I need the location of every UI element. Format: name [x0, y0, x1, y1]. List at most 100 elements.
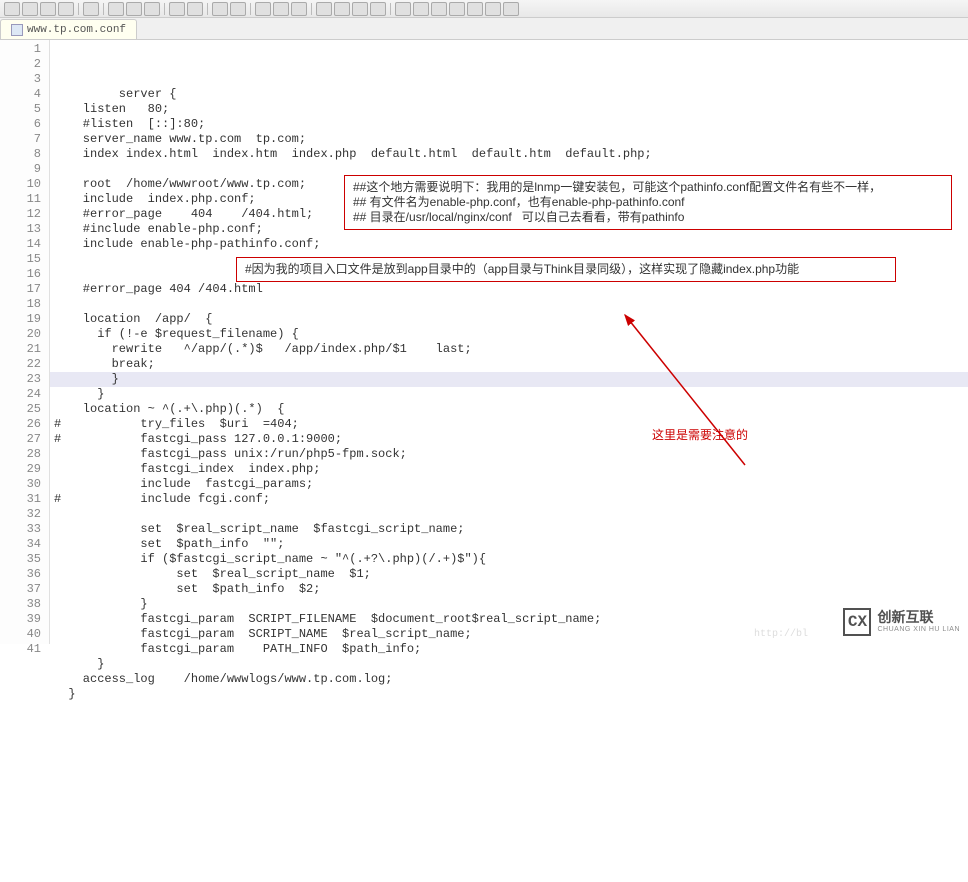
- tb-sep: [250, 3, 251, 15]
- code-line[interactable]: location /app/ {: [54, 312, 968, 327]
- line-number: 34: [0, 537, 41, 552]
- line-number: 31: [0, 492, 41, 507]
- tb-search-icon[interactable]: [212, 2, 228, 16]
- tb-redo-icon[interactable]: [187, 2, 203, 16]
- tb-saveall-icon[interactable]: [58, 2, 74, 16]
- tab-file[interactable]: www.tp.com.conf: [0, 19, 137, 39]
- code-line[interactable]: # fastcgi_pass 127.0.0.1:9000;: [54, 432, 968, 447]
- tb-indent-icon[interactable]: [352, 2, 368, 16]
- annotation-attention-label: 这里是需要注意的: [652, 428, 748, 443]
- watermark-en: CHUANG XIN HU LIAN: [877, 626, 960, 634]
- tb-cut-icon[interactable]: [108, 2, 124, 16]
- tb-bookmarkprev-icon[interactable]: [291, 2, 307, 16]
- code-area[interactable]: server { listen 80; #listen [::]:80; ser…: [50, 40, 968, 644]
- watermark-logo-icon: CX: [843, 608, 871, 636]
- code-line[interactable]: set $real_script_name $fastcgi_script_na…: [54, 522, 968, 537]
- line-number: 25: [0, 402, 41, 417]
- code-line[interactable]: }: [54, 372, 968, 387]
- line-number: 30: [0, 477, 41, 492]
- code-line[interactable]: include enable-php-pathinfo.conf;: [54, 237, 968, 252]
- line-number: 35: [0, 552, 41, 567]
- code-line[interactable]: include fastcgi_params;: [54, 477, 968, 492]
- line-number: 9: [0, 162, 41, 177]
- code-line[interactable]: fastcgi_param PATH_INFO $path_info;: [54, 642, 968, 657]
- tb-paste-icon[interactable]: [144, 2, 160, 16]
- code-line[interactable]: set $real_script_name $1;: [54, 567, 968, 582]
- code-line[interactable]: fastcgi_param SCRIPT_FILENAME $document_…: [54, 612, 968, 627]
- tb-sep: [164, 3, 165, 15]
- code-line[interactable]: #error_page 404 /404.html: [54, 282, 968, 297]
- code-line[interactable]: }: [54, 687, 968, 702]
- code-line[interactable]: break;: [54, 357, 968, 372]
- line-number: 4: [0, 87, 41, 102]
- line-number: 8: [0, 147, 41, 162]
- code-line[interactable]: rewrite ^/app/(.*)$ /app/index.php/$1 la…: [54, 342, 968, 357]
- line-number: 1: [0, 42, 41, 57]
- tb-stop-icon[interactable]: [449, 2, 465, 16]
- line-number: 14: [0, 237, 41, 252]
- code-line[interactable]: }: [54, 387, 968, 402]
- tb-more2-icon[interactable]: [503, 2, 519, 16]
- tb-outdent-icon[interactable]: [370, 2, 386, 16]
- code-line[interactable]: server {: [54, 87, 968, 102]
- line-number: 21: [0, 342, 41, 357]
- line-number: 39: [0, 612, 41, 627]
- line-number: 23: [0, 372, 41, 387]
- line-number: 19: [0, 312, 41, 327]
- code-line[interactable]: fastcgi_index index.php;: [54, 462, 968, 477]
- code-line[interactable]: access_log /home/wwwlogs/www.tp.com.log;: [54, 672, 968, 687]
- tb-undo-icon[interactable]: [169, 2, 185, 16]
- tb-print-icon[interactable]: [83, 2, 99, 16]
- tb-new-icon[interactable]: [4, 2, 20, 16]
- toolbar: [0, 0, 968, 18]
- line-number: 38: [0, 597, 41, 612]
- code-line[interactable]: index index.html index.htm index.php def…: [54, 147, 968, 162]
- line-number: 28: [0, 447, 41, 462]
- code-line[interactable]: listen 80;: [54, 102, 968, 117]
- line-number: 15: [0, 252, 41, 267]
- code-line[interactable]: #listen [::]:80;: [54, 117, 968, 132]
- tb-replace-icon[interactable]: [230, 2, 246, 16]
- tb-copy-icon[interactable]: [126, 2, 142, 16]
- code-line[interactable]: [54, 507, 968, 522]
- tb-settings-icon[interactable]: [467, 2, 483, 16]
- tb-wrap-icon[interactable]: [316, 2, 332, 16]
- line-number: 2: [0, 57, 41, 72]
- faint-url: http://bl: [754, 629, 808, 640]
- code-line[interactable]: fastcgi_param SCRIPT_NAME $real_script_n…: [54, 627, 968, 642]
- tab-label: www.tp.com.conf: [27, 24, 126, 36]
- line-number: 40: [0, 627, 41, 642]
- code-line[interactable]: }: [54, 597, 968, 612]
- code-line[interactable]: if (!-e $request_filename) {: [54, 327, 968, 342]
- tb-toggle-icon[interactable]: [255, 2, 271, 16]
- line-gutter: 1234567891011121314151617181920212223242…: [0, 40, 50, 644]
- code-line[interactable]: }: [54, 657, 968, 672]
- tb-sep: [390, 3, 391, 15]
- code-line[interactable]: fastcgi_pass unix:/run/php5-fpm.sock;: [54, 447, 968, 462]
- tb-open-icon[interactable]: [22, 2, 38, 16]
- code-line[interactable]: location ~ ^(.+\.php)(.*) {: [54, 402, 968, 417]
- code-line[interactable]: set $path_info $2;: [54, 582, 968, 597]
- line-number: 12: [0, 207, 41, 222]
- tb-save-icon[interactable]: [40, 2, 56, 16]
- tb-more1-icon[interactable]: [485, 2, 501, 16]
- code-line[interactable]: [54, 297, 968, 312]
- code-line[interactable]: # try_files $uri =404;: [54, 417, 968, 432]
- code-line[interactable]: server_name www.tp.com tp.com;: [54, 132, 968, 147]
- line-number: 11: [0, 192, 41, 207]
- watermark-cn: 创新互联: [877, 610, 960, 625]
- tb-showall-icon[interactable]: [334, 2, 350, 16]
- line-number: 6: [0, 117, 41, 132]
- tb-bookmark-icon[interactable]: [273, 2, 289, 16]
- line-number: 26: [0, 417, 41, 432]
- tb-sep: [78, 3, 79, 15]
- tb-sep: [103, 3, 104, 15]
- code-line[interactable]: if ($fastcgi_script_name ~ "^(.+?\.php)(…: [54, 552, 968, 567]
- line-number: 5: [0, 102, 41, 117]
- tb-comment-icon[interactable]: [395, 2, 411, 16]
- code-line[interactable]: set $path_info "";: [54, 537, 968, 552]
- tb-func-icon[interactable]: [413, 2, 429, 16]
- code-line[interactable]: # include fcgi.conf;: [54, 492, 968, 507]
- line-number: 16: [0, 267, 41, 282]
- tb-run-icon[interactable]: [431, 2, 447, 16]
